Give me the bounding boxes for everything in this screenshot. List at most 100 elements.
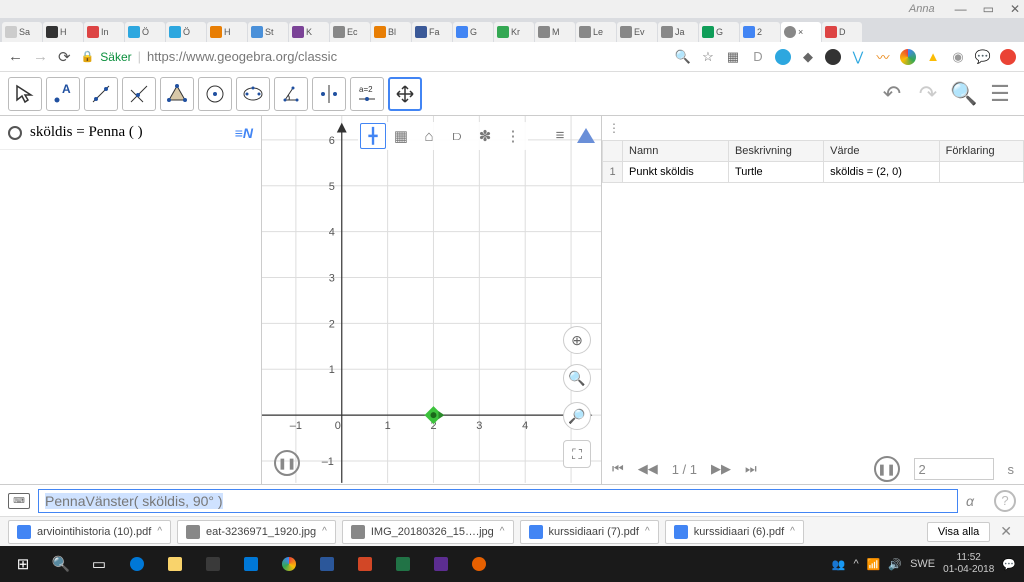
chevron-up-icon[interactable]: ^ <box>500 526 505 537</box>
numeric-view-icon[interactable]: ≡N <box>235 125 253 141</box>
chevron-up-icon[interactable]: ^ <box>322 526 327 537</box>
task-view-button[interactable]: ▭ <box>80 549 118 579</box>
browser-tab[interactable]: Ja <box>658 22 698 42</box>
search-taskbar-button[interactable]: 🔍 <box>42 549 80 579</box>
view-menu-button[interactable]: ≡ <box>547 122 573 148</box>
tool-point[interactable]: A <box>46 77 80 111</box>
chevron-up-icon[interactable]: ^ <box>645 526 650 537</box>
tool-angle[interactable] <box>274 77 308 111</box>
browser-tab[interactable]: Sa <box>2 22 42 42</box>
browser-tab-active[interactable]: × <box>781 22 821 42</box>
toggle-grid-button[interactable]: ▦ <box>388 123 414 149</box>
fullscreen-button[interactable]: ⛶ <box>563 440 591 468</box>
browser-tab[interactable]: Ö <box>125 22 165 42</box>
command-input[interactable]: PennaVänster( sköldis, 90° ) <box>38 489 958 513</box>
tray-chevron-icon[interactable]: ^ <box>854 558 859 570</box>
excel-icon[interactable] <box>384 549 422 579</box>
ext-icon[interactable]: D <box>750 49 766 65</box>
download-item[interactable]: IMG_20180326_15….jpg ^ <box>342 520 514 544</box>
browser-tab[interactable]: H <box>43 22 83 42</box>
maximize-button[interactable]: ▭ <box>983 2 994 16</box>
browser-tab[interactable]: D <box>822 22 862 42</box>
algebra-row[interactable]: sköldis = Penna ( ) ≡N <box>0 116 261 150</box>
col-header-value[interactable]: Värde <box>824 141 940 162</box>
search-button[interactable]: 🔍 <box>948 78 980 110</box>
home-button[interactable]: ⌂ <box>416 123 442 149</box>
settings-button[interactable]: ✽ <box>472 123 498 149</box>
next-button[interactable]: ▶▶ <box>711 461 731 477</box>
abp-icon[interactable] <box>1000 49 1016 65</box>
edge-icon[interactable] <box>118 549 156 579</box>
col-header-expl[interactable]: Förklaring <box>939 141 1023 162</box>
browser-tab[interactable]: Kr <box>494 22 534 42</box>
ext-icon[interactable]: ◆ <box>800 49 816 65</box>
browser-tab[interactable]: Ö <box>166 22 206 42</box>
download-item[interactable]: arviointihistoria (10).pdf ^ <box>8 520 171 544</box>
word-icon[interactable] <box>308 549 346 579</box>
object-visibility-toggle[interactable] <box>8 126 22 140</box>
tool-move[interactable] <box>8 77 42 111</box>
reload-button[interactable]: ⟳ <box>58 48 71 66</box>
ext-icon[interactable] <box>900 49 916 65</box>
tool-perpendicular[interactable] <box>122 77 156 111</box>
redo-button[interactable]: ↷ <box>912 78 944 110</box>
browser-tab[interactable]: In <box>84 22 124 42</box>
pause-button-right[interactable]: ❚❚ <box>874 456 900 482</box>
menu-button[interactable]: ☰ <box>984 78 1016 110</box>
url-field[interactable]: 🔒 Säker | https://www.geogebra.org/class… <box>81 49 665 64</box>
alpha-button[interactable]: α <box>966 493 986 509</box>
explorer-icon[interactable] <box>156 549 194 579</box>
ext-icon[interactable]: ⋁ <box>850 49 866 65</box>
download-item[interactable]: eat-3236971_1920.jpg ^ <box>177 520 336 544</box>
people-icon[interactable]: 👥 <box>832 558 846 571</box>
zoom-out-button[interactable]: 🔎 <box>563 402 591 430</box>
notifications-icon[interactable]: 💬 <box>1002 558 1016 571</box>
star-icon[interactable]: ☆ <box>700 49 716 65</box>
app-icon[interactable] <box>422 549 460 579</box>
ext-icon[interactable]: ▲ <box>925 49 941 65</box>
close-shelf-button[interactable]: ✕ <box>996 523 1016 540</box>
browser-tab[interactable]: Bl <box>371 22 411 42</box>
last-button[interactable]: ⏭ <box>745 461 757 477</box>
tool-move-view[interactable] <box>388 77 422 111</box>
first-button[interactable]: ⏮ <box>612 461 624 477</box>
tool-polygon[interactable] <box>160 77 194 111</box>
browser-tab[interactable]: G <box>453 22 493 42</box>
browser-tab[interactable]: Ev <box>617 22 657 42</box>
ext-icon[interactable] <box>775 49 791 65</box>
download-item[interactable]: kurssidiaari (7).pdf ^ <box>520 520 659 544</box>
ext-icon[interactable]: 〰 <box>875 49 891 65</box>
back-button[interactable]: ← <box>8 48 23 66</box>
toggle-axes-button[interactable]: ╋ <box>360 123 386 149</box>
speed-input[interactable]: 2 <box>914 458 994 480</box>
store-icon[interactable] <box>194 549 232 579</box>
browser-tab[interactable]: Ec <box>330 22 370 42</box>
prev-button[interactable]: ◀◀ <box>638 461 658 477</box>
firefox-icon[interactable] <box>460 549 498 579</box>
browser-tab[interactable]: H <box>207 22 247 42</box>
show-all-downloads-button[interactable]: Visa alla <box>927 522 990 542</box>
close-window-button[interactable]: ✕ <box>1010 2 1020 16</box>
tool-line[interactable] <box>84 77 118 111</box>
powerpoint-icon[interactable] <box>346 549 384 579</box>
zoom-icon[interactable]: 🔍 <box>675 49 691 65</box>
browser-tab[interactable]: Le <box>576 22 616 42</box>
browser-tab[interactable]: Fa <box>412 22 452 42</box>
ext-icon[interactable] <box>825 49 841 65</box>
snap-button[interactable]: ⫐ <box>444 123 470 149</box>
zoom-in-button[interactable]: 🔍 <box>563 364 591 392</box>
tool-ellipse[interactable] <box>236 77 270 111</box>
forward-button[interactable]: → <box>33 48 48 66</box>
volume-icon[interactable]: 🔊 <box>888 558 902 571</box>
tool-circle[interactable] <box>198 77 232 111</box>
more-icon[interactable]: ⋮ <box>608 121 620 135</box>
language-indicator[interactable]: SWE <box>910 558 935 570</box>
browser-tab[interactable]: G <box>699 22 739 42</box>
start-button[interactable]: ⊞ <box>4 549 42 579</box>
chevron-up-icon[interactable]: ^ <box>157 526 162 537</box>
chrome-icon[interactable] <box>270 549 308 579</box>
undo-button[interactable]: ↶ <box>876 78 908 110</box>
graphics-panel[interactable]: –101 234 123 456 –1 ╋ ▦ ⌂ ⫐ ✽ ⋮ ≡ <box>262 116 602 484</box>
browser-tab[interactable]: St <box>248 22 288 42</box>
pause-button-left[interactable]: ❚❚ <box>274 450 300 476</box>
